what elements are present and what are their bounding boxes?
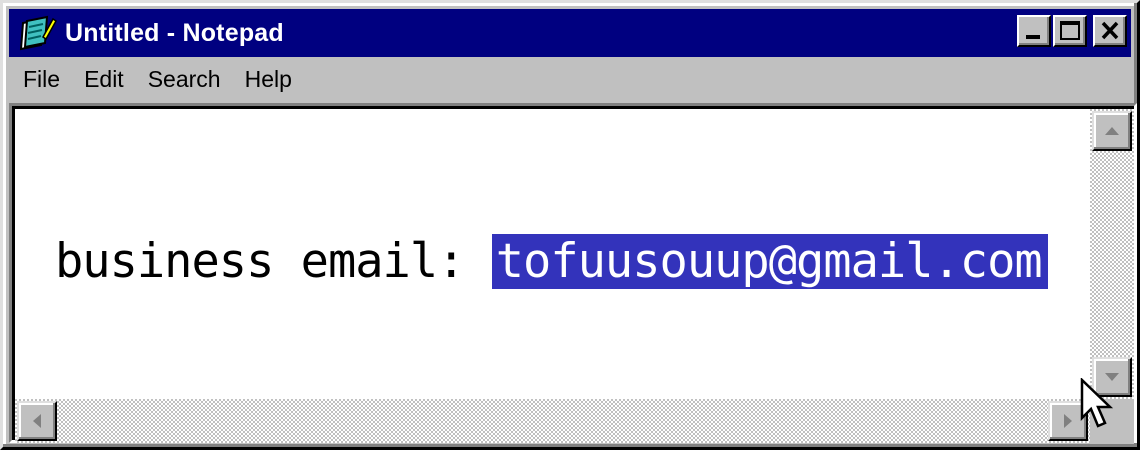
menu-bar: File Edit Search Help: [9, 59, 1131, 99]
maximize-icon: [1060, 21, 1080, 40]
close-button[interactable]: [1093, 15, 1127, 47]
text-line: business email: tofuusouup@gmail.com: [55, 227, 1048, 297]
vertical-scrollbar[interactable]: [1090, 109, 1134, 399]
close-icon: [1101, 21, 1119, 40]
text-editor[interactable]: business email: tofuusouup@gmail.com: [15, 109, 1090, 399]
scroll-up-button[interactable]: [1092, 111, 1132, 151]
menu-search[interactable]: Search: [136, 61, 233, 97]
maximize-button[interactable]: [1053, 15, 1087, 47]
scroll-left-button[interactable]: [17, 401, 57, 441]
arrow-up-icon: [1105, 127, 1119, 135]
editor-frame: business email: tofuusouup@gmail.com: [9, 103, 1137, 443]
minimize-button[interactable]: [1017, 15, 1051, 47]
arrow-left-icon: [33, 414, 41, 428]
notepad-window: Untitled - Notepad File Edit Search Help…: [0, 0, 1140, 450]
horizontal-scrollbar[interactable]: [15, 399, 1090, 443]
minimize-icon: [1026, 35, 1040, 39]
selected-text[interactable]: tofuusouup@gmail.com: [491, 234, 1048, 289]
title-bar[interactable]: Untitled - Notepad: [9, 9, 1131, 57]
notepad-icon: [17, 15, 57, 51]
window-controls: [1017, 15, 1127, 47]
mouse-pointer-icon: [1080, 378, 1114, 428]
editor-client: business email: tofuusouup@gmail.com: [12, 106, 1134, 443]
window-title: Untitled - Notepad: [65, 18, 284, 47]
document-text: business email:: [55, 234, 492, 289]
menu-help[interactable]: Help: [233, 61, 304, 97]
menu-file[interactable]: File: [9, 61, 72, 97]
menu-edit[interactable]: Edit: [72, 61, 136, 97]
